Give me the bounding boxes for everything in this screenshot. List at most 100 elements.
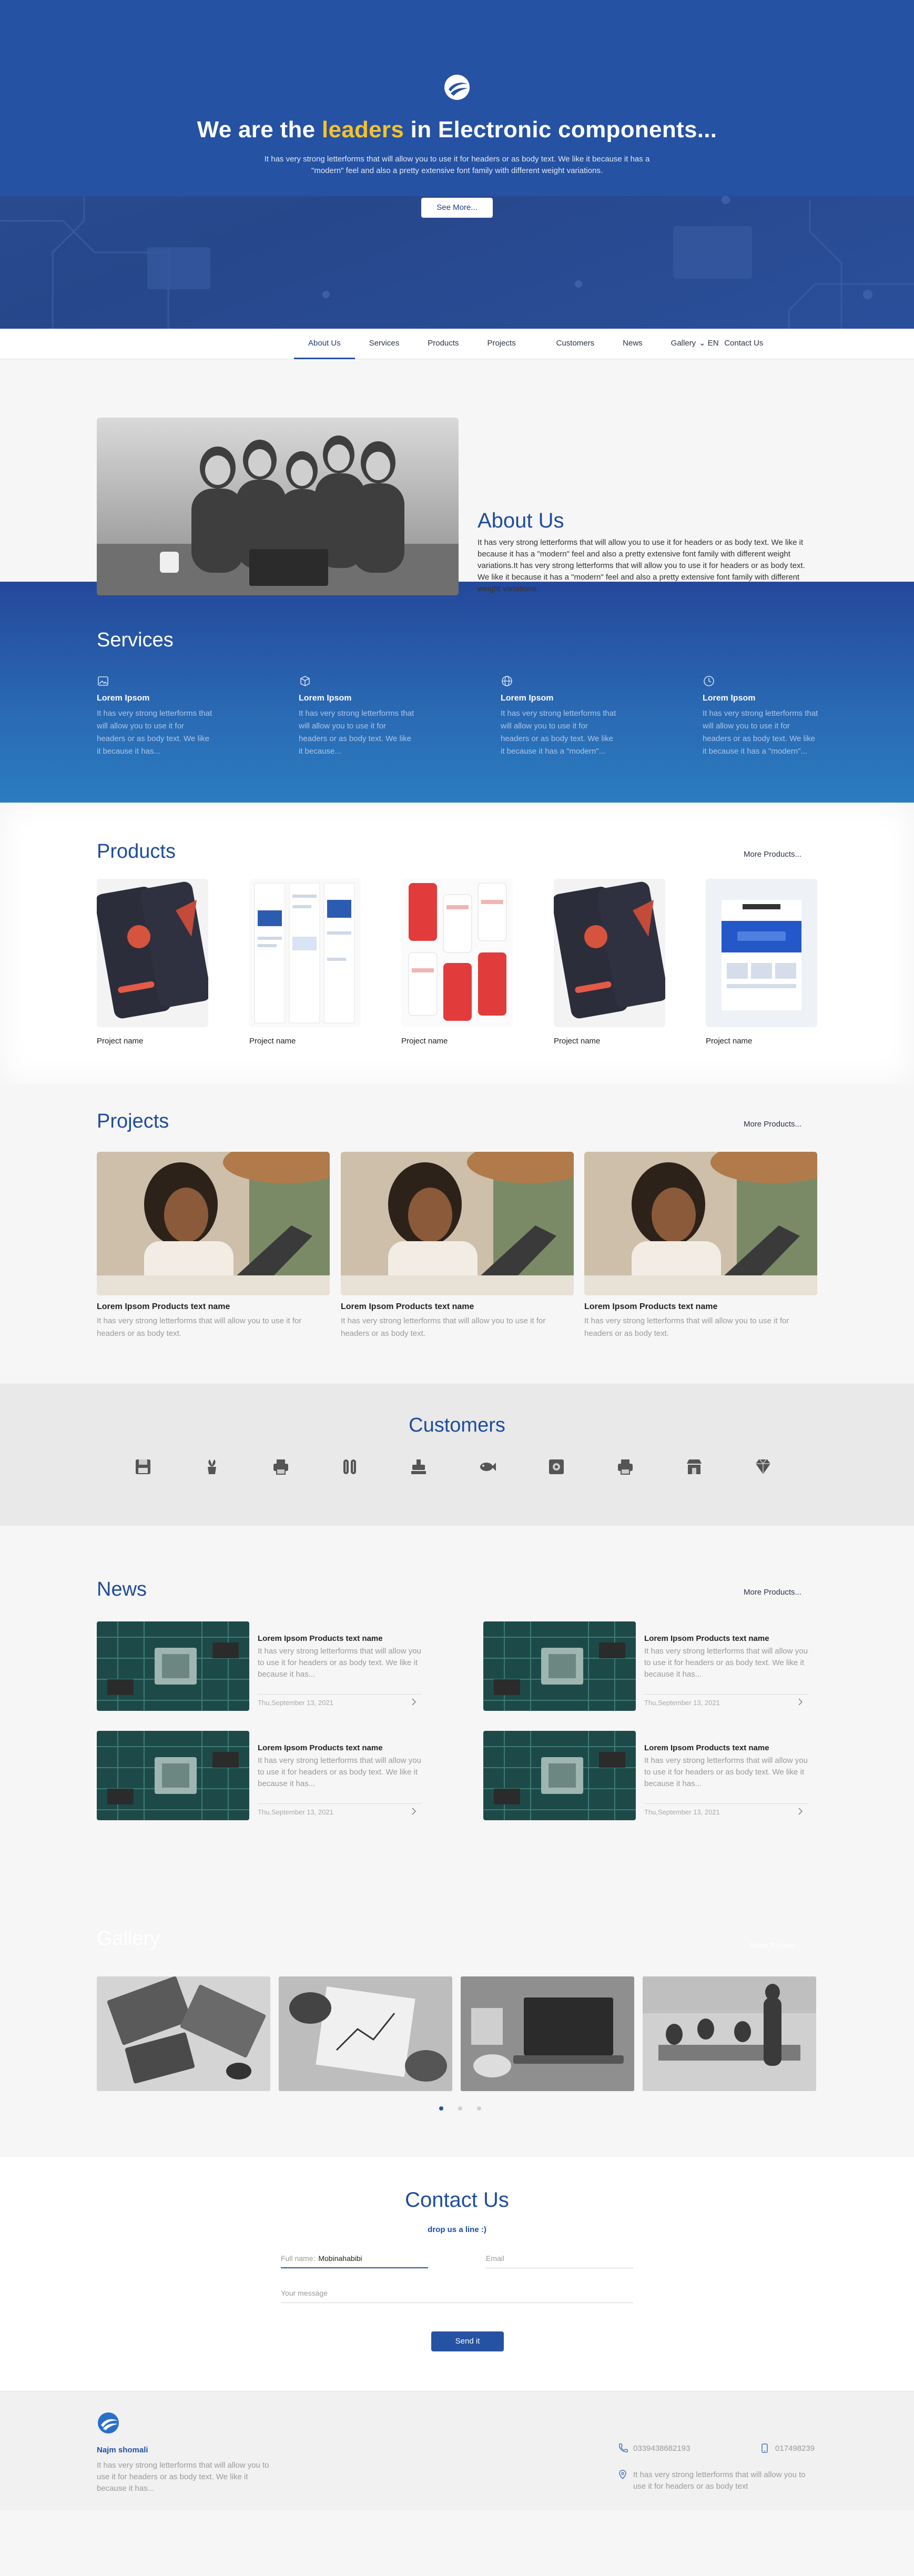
diamond-icon[interactable] [754,1457,773,1476]
pagination-dot[interactable] [439,2106,443,2111]
more-products-link[interactable]: More Products... [744,850,801,859]
chevron-right-icon[interactable] [797,1808,804,1815]
more-news-link[interactable]: More Products... [744,1588,801,1597]
send-button[interactable]: Send it [431,2331,504,2351]
nav-item-projects[interactable]: Projects [473,329,542,359]
projects-section: Projects More Products... Lorem Ipsom Pr… [0,1084,914,1384]
news-title: Lorem Ipsom Products text name [258,1634,383,1643]
nav-item-about-us[interactable]: About Us [294,329,355,359]
project-title: Lorem Ipsom Products text name [97,1302,230,1311]
main-nav: About Us Services Products Projects Cust… [0,329,914,359]
nav-item-contact-us[interactable]: Contact Us [710,329,777,359]
printer-icon[interactable] [271,1457,290,1476]
divider [644,1694,808,1695]
footer-address: It has very strong letterforms that will… [617,2469,812,2492]
product-card[interactable]: Project name [97,879,208,1046]
about-team-photo [97,418,459,595]
footer-mobile[interactable]: 017498239 [759,2443,815,2453]
product-thumbnail [706,879,817,1027]
services-title: Services [97,629,174,651]
news-title: Lorem Ipsom Products text name [644,1634,769,1643]
clock-icon [704,676,714,686]
news-item[interactable]: Lorem Ipsom Products text name It has ve… [483,1731,808,1820]
product-thumbnail [401,879,513,1027]
product-name: Project name [401,1037,448,1046]
chevron-right-icon[interactable] [410,1698,418,1706]
footer-phone[interactable]: 0339438682193 [617,2443,690,2453]
stamp-icon[interactable] [409,1457,428,1476]
project-title: Lorem Ipsom Products text name [341,1302,474,1311]
news-text: It has very strong letterforms that will… [644,1756,808,1788]
globe-icon [502,676,512,686]
news-text: It has very strong letterforms that will… [258,1647,421,1679]
news-text: It has very strong letterforms that will… [644,1647,808,1679]
project-title: Lorem Ipsom Products text name [584,1302,718,1311]
service-title: Lorem Ipsom [501,694,554,703]
product-name: Project name [97,1037,144,1046]
mobile-icon [761,2443,768,2453]
plant-icon[interactable] [202,1457,221,1476]
nav-item-services[interactable]: Services [355,329,414,359]
news-item[interactable]: Lorem Ipsom Products text name It has ve… [483,1621,808,1711]
floppy-icon[interactable] [134,1457,153,1476]
more-pictures-link[interactable]: More Picture... [750,1941,801,1950]
news-date: Thu,September 13, 2021 [644,1808,720,1816]
service-card[interactable]: Lorem Ipsom It has very strong letterfor… [703,675,818,758]
project-thumbnail [341,1152,574,1295]
footer-text: It has very strong letterforms that will… [97,2461,269,2493]
nav-item-customers[interactable]: Customers [542,329,609,359]
chevron-right-icon[interactable] [410,1808,418,1815]
more-projects-link[interactable]: More Products... [744,1120,801,1129]
product-name: Project name [249,1037,296,1046]
news-text: It has very strong letterforms that will… [258,1756,421,1788]
project-card[interactable]: Lorem Ipsom Products text name It has ve… [341,1152,574,1340]
service-card[interactable]: Lorem Ipsom It has very strong letterfor… [501,675,616,758]
product-card[interactable]: Project name [401,879,513,1046]
email-field[interactable]: Email [486,2250,633,2268]
service-card[interactable]: Lorem Ipsom It has very strong letterfor… [299,675,414,758]
gallery-title: Gallery [97,1928,160,1950]
project-card[interactable]: Lorem Ipsom Products text name It has ve… [97,1152,330,1340]
news-section: News More Products... Lorem Ipsom Produc… [0,1526,914,1879]
nav-item-products[interactable]: Products [413,329,473,359]
service-title: Lorem Ipsom [703,694,756,703]
project-text: It has very strong letterforms that will… [584,1316,789,1338]
safe-icon[interactable] [547,1457,566,1476]
about-section: About Us It has very strong letterforms … [0,359,914,595]
project-card[interactable]: Lorem Ipsom Products text name It has ve… [584,1152,817,1340]
about-title: About Us [478,509,564,532]
nav-item-news[interactable]: News [608,329,657,359]
fish-icon[interactable] [478,1457,497,1476]
printer-icon[interactable] [616,1457,635,1476]
product-card[interactable]: Project name [706,879,817,1046]
see-more-button[interactable]: See More... [421,198,493,218]
box-icon [300,676,310,686]
customers-title: Customers [409,1414,505,1436]
fullname-field[interactable]: Full name: Mobinahabibi [281,2250,428,2268]
product-thumbnail [249,879,361,1027]
services-section: Services Lorem Ipsom It has very strong … [0,582,914,803]
beans-icon[interactable] [340,1457,359,1476]
product-card[interactable]: Project name [249,879,361,1046]
shop-icon[interactable] [685,1457,704,1476]
footer-logo[interactable] [97,2411,120,2435]
gallery-image[interactable] [97,1976,270,2091]
pagination-dot[interactable] [477,2106,481,2111]
gallery-image[interactable] [643,1976,816,2091]
language-selector[interactable]: ⌄ EN [699,329,719,358]
product-card[interactable]: Project name [554,879,665,1046]
pagination-dot[interactable] [458,2106,462,2111]
service-card[interactable]: Lorem Ipsom It has very strong letterfor… [97,675,212,758]
chevron-right-icon[interactable] [797,1698,804,1706]
gallery-image[interactable] [461,1976,634,2091]
message-field[interactable]: Your message [281,2285,633,2303]
news-thumbnail [483,1731,636,1820]
company-logo[interactable] [443,74,471,101]
projects-title: Projects [97,1110,169,1132]
news-item[interactable]: Lorem Ipsom Products text name It has ve… [97,1621,422,1711]
product-name: Project name [554,1037,601,1046]
news-item[interactable]: Lorem Ipsom Products text name It has ve… [97,1731,422,1820]
news-thumbnail [483,1621,636,1711]
products-title: Products [97,840,176,863]
gallery-image[interactable] [279,1976,452,2091]
